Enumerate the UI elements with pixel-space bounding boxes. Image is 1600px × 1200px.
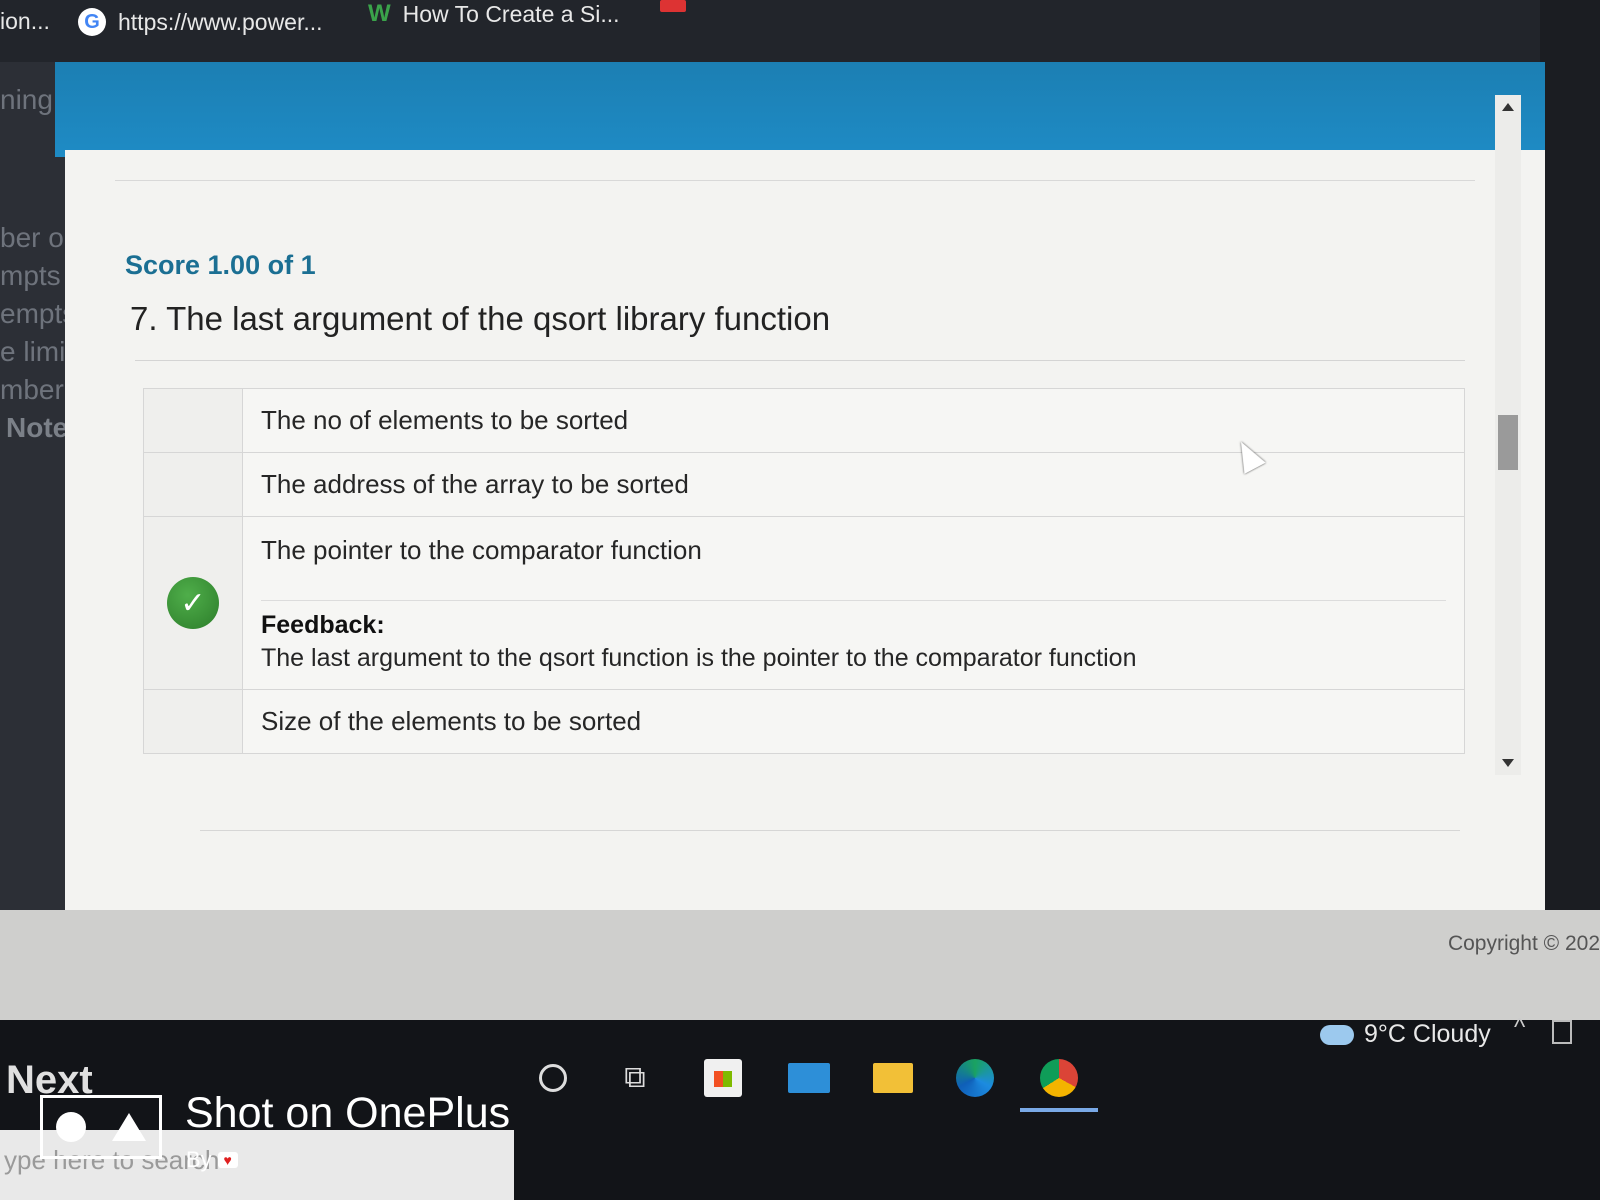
quiz-panel: Score 1.00 of 1 7. The last argument of … [65, 150, 1545, 910]
feedback-block: Feedback: The last argument to the qsort… [261, 600, 1446, 673]
answer-marker: ✓ [144, 517, 243, 689]
question-text: 7. The last argument of the qsort librar… [130, 300, 831, 337]
answer-text: Size of the elements to be sorted [261, 706, 642, 736]
answer-marker [144, 690, 243, 753]
page-footer: Copyright © 202 [0, 910, 1600, 1020]
camera-logo-icon [40, 1095, 162, 1159]
score-label: Score 1.00 of 1 [125, 250, 316, 280]
bookmark-red-icon [660, 0, 686, 12]
mail-icon[interactable] [786, 1058, 832, 1098]
feedback-title: Feedback: [261, 611, 385, 639]
cloud-icon [1320, 1024, 1354, 1045]
answer-marker [144, 453, 243, 516]
bookmark-label: ion... [0, 8, 50, 34]
bookmark-label: How To Create a Si... [402, 0, 620, 27]
bookmark-item-1[interactable]: ion... [0, 8, 50, 35]
edge-icon[interactable] [952, 1058, 998, 1098]
chrome-icon[interactable] [1036, 1058, 1082, 1098]
weather-text: 9°C Cloudy [1364, 1020, 1491, 1048]
bookmark-item-2[interactable]: G https://www.power... [78, 8, 323, 36]
answer-text: The no of elements to be sorted [261, 405, 629, 435]
watermark-byline: By ♥ [186, 1147, 238, 1173]
page-header [55, 62, 1545, 157]
google-icon: G [78, 8, 106, 36]
copyright-text: Copyright © 202 [1447, 932, 1600, 955]
answer-option-1[interactable]: The no of elements to be sorted [144, 389, 1464, 452]
file-explorer-icon[interactable] [870, 1058, 916, 1098]
sidebar-fragment: e limit [0, 336, 74, 367]
watermark-by: By [186, 1147, 212, 1172]
camera-watermark: Shot on OnePlus By ♥ [40, 1089, 510, 1195]
answer-text: The address of the array to be sorted [261, 469, 689, 499]
answer-option-4[interactable]: Size of the elements to be sorted [144, 689, 1464, 753]
bookmarks-bar: ion... G https://www.power... W How To C… [0, 0, 1540, 62]
answer-text: The pointer to the comparator function [261, 535, 702, 565]
divider [135, 360, 1465, 361]
sidebar-fragment: ber o [0, 222, 64, 253]
task-view-icon[interactable]: ⧉ [612, 1058, 658, 1098]
page-scrollbar[interactable] [1495, 95, 1521, 775]
store-icon[interactable] [700, 1058, 746, 1098]
tray-app-icon[interactable] [1552, 1020, 1572, 1044]
answer-option-3[interactable]: ✓ The pointer to the comparator function… [144, 516, 1464, 689]
feedback-text: The last argument to the qsort function … [261, 644, 1137, 672]
check-icon: ✓ [167, 577, 219, 629]
bookmark-item-4[interactable] [660, 0, 686, 12]
weather-widget[interactable]: 9°C Cloudy [1320, 1020, 1491, 1049]
answer-body: The pointer to the comparator function F… [243, 517, 1464, 689]
divider [115, 180, 1475, 181]
scroll-down-icon[interactable] [1502, 759, 1514, 767]
answer-option-2[interactable]: The address of the array to be sorted [144, 452, 1464, 516]
scroll-thumb[interactable] [1498, 415, 1518, 470]
bookmark-item-3[interactable]: W How To Create a Si... [368, 0, 620, 28]
active-app-indicator [1020, 1108, 1098, 1112]
answer-list: The no of elements to be sorted The addr… [143, 388, 1465, 754]
watermark-title: Shot on OnePlus [185, 1089, 511, 1137]
sidebar-fragment: mpts [0, 260, 61, 291]
wikihow-icon: W [368, 0, 391, 27]
tray-expand-icon[interactable]: ^ [1514, 1014, 1525, 1042]
heart-icon: ♥ [217, 1152, 238, 1168]
cortana-icon[interactable] [530, 1058, 576, 1098]
divider [200, 830, 1460, 831]
answer-marker [144, 389, 243, 452]
bookmark-label: https://www.power... [118, 8, 323, 35]
sidebar-fragment: ning [0, 84, 53, 115]
scroll-up-icon[interactable] [1502, 103, 1514, 111]
